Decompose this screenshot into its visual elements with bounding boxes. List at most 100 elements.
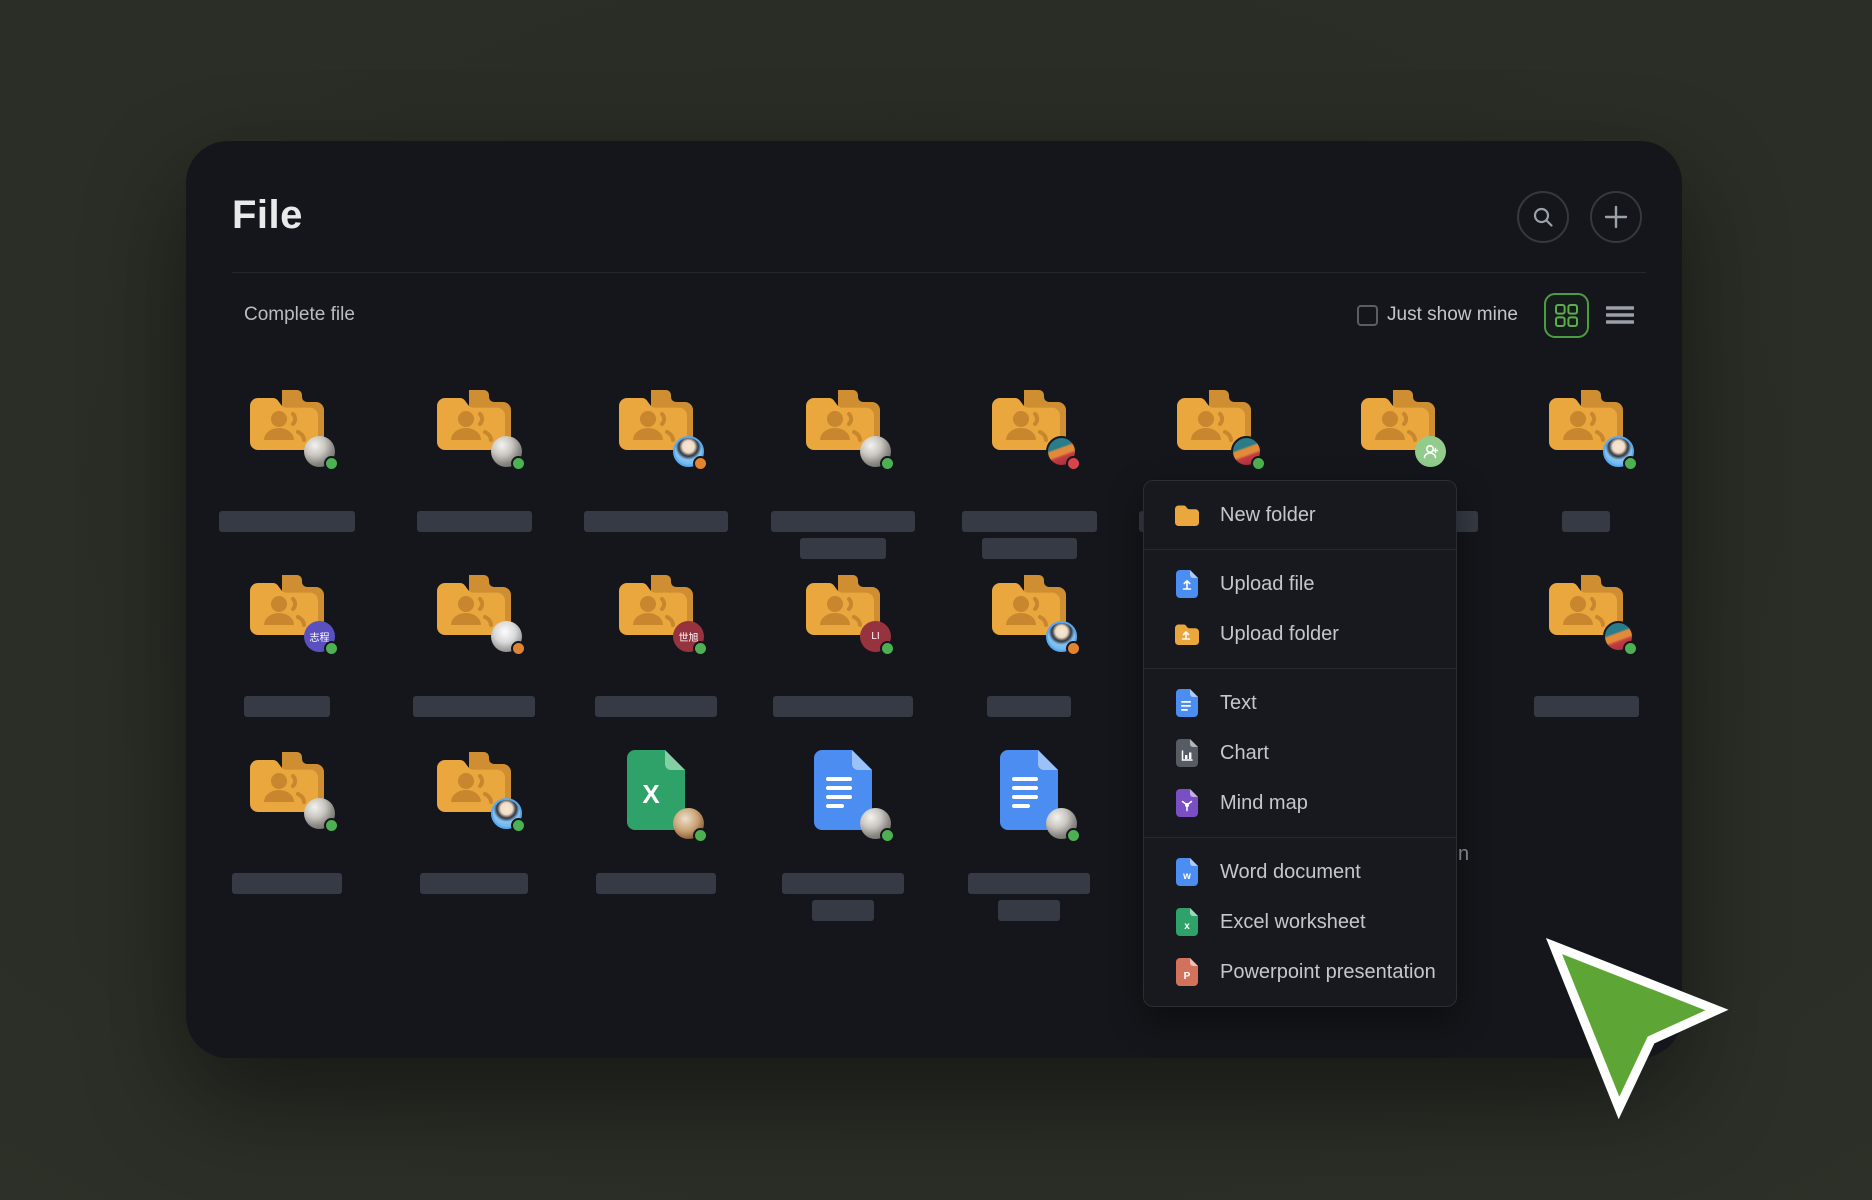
menu-item-label: Mind map <box>1220 792 1308 815</box>
section-label: Complete file <box>244 304 355 326</box>
new-folder-icon <box>1174 501 1200 529</box>
status-dot <box>693 828 708 843</box>
redacted-filename <box>596 873 716 894</box>
list-view-icon <box>1606 305 1634 325</box>
file-item[interactable] <box>753 388 933 559</box>
svg-text:P: P <box>1184 971 1191 982</box>
redacted-filename <box>771 511 915 532</box>
chart-file-icon <box>1174 739 1200 767</box>
cursor-pointer <box>1530 925 1750 1135</box>
shared-badge-icon <box>1415 436 1446 467</box>
plus-icon <box>1604 205 1628 229</box>
add-button[interactable] <box>1590 191 1642 243</box>
status-dot <box>693 456 708 471</box>
redacted-filename <box>595 696 717 717</box>
menu-item-upload-folder[interactable]: Upload folder <box>1144 609 1456 659</box>
menu-item-label: Chart <box>1220 742 1269 765</box>
menu-item-label: Upload file <box>1220 573 1315 596</box>
redacted-filename <box>800 538 886 559</box>
redacted-filename <box>782 873 904 894</box>
menu-item-mind-map[interactable]: Mind map <box>1144 778 1456 828</box>
just-show-mine-checkbox[interactable] <box>1357 305 1378 326</box>
status-dot <box>880 456 895 471</box>
file-item[interactable]: 世旭 <box>566 573 746 717</box>
menu-item-label: Excel worksheet <box>1220 911 1366 934</box>
search-button[interactable] <box>1517 191 1569 243</box>
word-document-icon: w <box>1174 858 1200 886</box>
status-dot <box>511 641 526 656</box>
redacted-filename <box>1534 696 1639 717</box>
menu-item-excel-worksheet[interactable]: x Excel worksheet <box>1144 897 1456 947</box>
mindmap-file-icon <box>1174 789 1200 817</box>
search-icon <box>1532 206 1554 228</box>
file-manager-window: File Complete file Just show mine <box>186 141 1682 1058</box>
redacted-filename <box>417 511 532 532</box>
status-dot <box>1623 456 1638 471</box>
file-item[interactable] <box>566 388 746 532</box>
file-item[interactable] <box>384 573 564 717</box>
redacted-filename <box>968 873 1090 894</box>
status-dot <box>880 641 895 656</box>
context-menu: New folder Upload file Upload folder Tex… <box>1143 480 1457 1007</box>
file-item[interactable] <box>197 388 377 532</box>
just-show-mine-label[interactable]: Just show mine <box>1387 304 1518 326</box>
redacted-filename <box>962 511 1097 532</box>
menu-item-label: Word document <box>1220 861 1361 884</box>
page-title: File <box>232 193 303 238</box>
header-divider <box>232 272 1646 273</box>
menu-item-label: Powerpoint presentation <box>1220 961 1436 984</box>
file-item[interactable]: 志程 <box>197 573 377 717</box>
menu-item-text[interactable]: Text <box>1144 678 1456 728</box>
file-item[interactable] <box>1496 573 1676 717</box>
status-dot <box>693 641 708 656</box>
file-item[interactable] <box>753 750 933 921</box>
status-dot <box>511 456 526 471</box>
toolbar: Complete file Just show mine <box>244 293 1642 337</box>
file-item[interactable] <box>197 750 377 894</box>
status-dot <box>324 641 339 656</box>
menu-item-powerpoint-presentation[interactable]: P Powerpoint presentation <box>1144 947 1456 997</box>
file-item[interactable] <box>1496 388 1676 532</box>
grid-view-button[interactable] <box>1544 293 1589 338</box>
status-dot <box>1066 828 1081 843</box>
redacted-filename <box>584 511 728 532</box>
status-dot <box>1066 641 1081 656</box>
svg-text:x: x <box>1184 921 1190 932</box>
excel-worksheet-icon: x <box>1174 908 1200 936</box>
list-view-button[interactable] <box>1597 293 1642 338</box>
status-dot <box>511 818 526 833</box>
hidden-filename-fragment: n <box>1458 843 1469 866</box>
menu-item-word-document[interactable]: w Word document <box>1144 847 1456 897</box>
svg-text:w: w <box>1182 871 1191 882</box>
redacted-filename <box>773 696 913 717</box>
grid-view-icon <box>1554 303 1579 328</box>
redacted-filename <box>244 696 330 717</box>
file-item[interactable]: LI <box>753 573 933 717</box>
redacted-filename <box>232 873 342 894</box>
menu-item-label: New folder <box>1220 504 1316 527</box>
text-file-icon <box>1174 689 1200 717</box>
menu-item-new-folder[interactable]: New folder <box>1144 490 1456 540</box>
status-dot <box>1623 641 1638 656</box>
file-item[interactable] <box>939 750 1119 921</box>
file-item[interactable] <box>939 388 1119 559</box>
upload-file-icon <box>1174 570 1200 598</box>
menu-item-label: Upload folder <box>1220 623 1339 646</box>
file-item[interactable] <box>384 750 564 894</box>
status-dot <box>324 818 339 833</box>
header-actions <box>1517 191 1642 243</box>
file-item[interactable] <box>939 573 1119 717</box>
menu-item-label: Text <box>1220 692 1257 715</box>
person-icon <box>1421 442 1440 461</box>
menu-item-chart[interactable]: Chart <box>1144 728 1456 778</box>
file-item[interactable]: X <box>566 750 746 894</box>
redacted-filename <box>812 900 874 921</box>
file-item[interactable] <box>384 388 564 532</box>
status-dot <box>880 828 895 843</box>
status-dot <box>1066 456 1081 471</box>
menu-item-upload-file[interactable]: Upload file <box>1144 559 1456 609</box>
status-dot <box>324 456 339 471</box>
redacted-filename <box>982 538 1077 559</box>
redacted-filename <box>1562 511 1610 532</box>
redacted-filename <box>413 696 535 717</box>
